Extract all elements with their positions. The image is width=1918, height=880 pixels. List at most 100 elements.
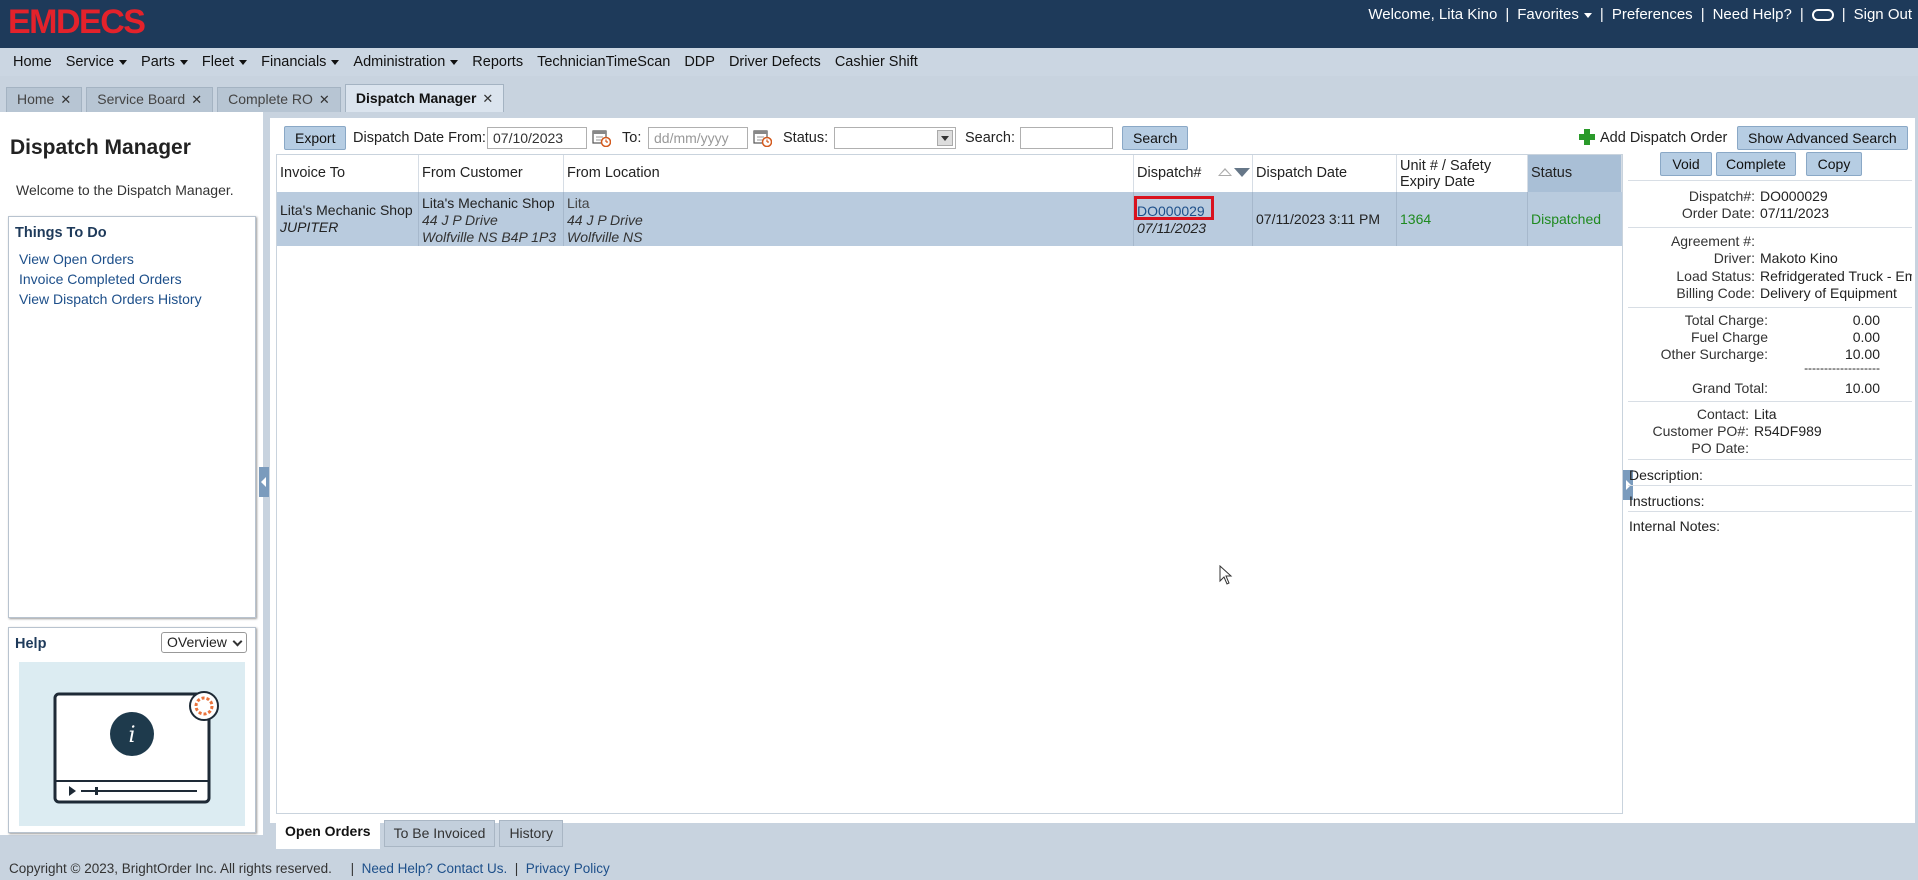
tab-history[interactable]: History — [499, 820, 563, 847]
table-row[interactable]: Lita's Mechanic Shop JUPITER Lita's Mech… — [277, 192, 1622, 246]
customer-po-value: R54DF989 — [1754, 423, 1822, 439]
chat-icon[interactable] — [1811, 8, 1834, 21]
dispatch-number-value[interactable]: DO000029 — [1760, 188, 1828, 204]
menu-label: Parts — [141, 54, 175, 70]
divider — [1628, 307, 1912, 308]
driver-value: Makoto Kino — [1760, 250, 1838, 266]
show-advanced-search-button[interactable]: Show Advanced Search — [1737, 126, 1908, 150]
invoice-completed-orders-link[interactable]: Invoice Completed Orders — [19, 271, 182, 287]
close-icon[interactable]: ✕ — [482, 91, 493, 106]
welcome-text: Welcome, Lita Kino — [1368, 6, 1498, 23]
description-label: Description: — [1629, 467, 1703, 483]
sign-out-link[interactable]: Sign Out — [1854, 6, 1912, 23]
footer: Copyright © 2023, BrightOrder Inc. All r… — [0, 858, 1918, 880]
calendar-icon[interactable] — [592, 128, 611, 147]
menu-label: Financials — [261, 54, 327, 70]
main-content: Export Dispatch Date From: 07/10/2023 To… — [270, 118, 1915, 849]
close-icon[interactable]: ✕ — [191, 92, 202, 107]
menu-ddp[interactable]: DDP — [677, 54, 722, 70]
tab-home[interactable]: Home ✕ — [6, 87, 83, 112]
preferences-link[interactable]: Preferences — [1612, 6, 1693, 23]
favorites-label: Favorites — [1517, 6, 1579, 23]
things-to-do-title: Things To Do — [15, 225, 107, 241]
column-header-status[interactable]: Status — [1528, 155, 1622, 192]
privacy-policy-link[interactable]: Privacy Policy — [526, 861, 610, 876]
chevron-down-icon — [179, 59, 188, 65]
column-header-unit-safety-expiry[interactable]: Unit # / Safety Expiry Date — [1397, 155, 1528, 192]
add-dispatch-order-link[interactable]: Add Dispatch Order — [1600, 130, 1727, 146]
menu-driver-defects[interactable]: Driver Defects — [722, 54, 828, 70]
tab-open-orders[interactable]: Open Orders — [276, 820, 380, 849]
contact-value: Lita — [1754, 406, 1777, 422]
invoice-to-sub: JUPITER — [280, 219, 339, 235]
copy-button[interactable]: Copy — [1806, 152, 1862, 176]
separator: | — [1799, 6, 1804, 23]
view-open-orders-link[interactable]: View Open Orders — [19, 251, 134, 267]
tab-to-be-invoiced[interactable]: To Be Invoiced — [383, 820, 496, 847]
contact-us-link[interactable]: Need Help? Contact Us. — [362, 861, 508, 876]
order-view-tabs: Open Orders To Be Invoiced History — [276, 820, 563, 849]
calendar-icon[interactable] — [753, 128, 772, 147]
menu-fleet[interactable]: Fleet — [195, 54, 254, 70]
menu-technician-time-scan[interactable]: TechnicianTimeScan — [530, 54, 677, 70]
void-button[interactable]: Void — [1660, 152, 1712, 176]
menu-label: Home — [13, 54, 52, 70]
menu-service[interactable]: Service — [59, 54, 134, 70]
menu-cashier-shift[interactable]: Cashier Shift — [828, 54, 925, 70]
sort-ascending-icon[interactable] — [1218, 168, 1232, 176]
sort-descending-icon[interactable] — [1234, 168, 1250, 177]
column-header-label: Dispatch# — [1137, 165, 1202, 181]
collapse-left-panel-handle[interactable] — [259, 467, 269, 497]
menu-reports[interactable]: Reports — [465, 54, 530, 70]
other-surcharge-label: Other Surcharge: — [1660, 346, 1768, 362]
tab-dispatch-manager[interactable]: Dispatch Manager ✕ — [344, 84, 505, 112]
column-header-invoice-to[interactable]: Invoice To — [277, 155, 419, 192]
top-right-nav: Welcome, Lita Kino | Favorites | Prefere… — [1368, 6, 1912, 23]
search-button[interactable]: Search — [1122, 126, 1189, 150]
load-status-label: Load Status: — [1676, 268, 1755, 284]
tab-label: Service Board — [97, 91, 186, 107]
tab-complete-ro[interactable]: Complete RO ✕ — [217, 87, 341, 112]
need-help-link[interactable]: Need Help? — [1713, 6, 1792, 23]
internal-notes-label: Internal Notes: — [1629, 518, 1721, 534]
column-header-dispatch-no[interactable]: Dispatch# — [1134, 155, 1253, 192]
chevron-down-icon[interactable] — [937, 130, 953, 146]
favorites-menu[interactable]: Favorites — [1517, 6, 1592, 23]
close-icon[interactable]: ✕ — [60, 92, 71, 107]
separator: | — [1700, 6, 1705, 23]
help-topic-select[interactable]: OVerview — [161, 632, 247, 653]
plus-icon[interactable] — [1578, 128, 1596, 146]
customer-po-label: Customer PO#: — [1652, 423, 1749, 439]
view-dispatch-history-link[interactable]: View Dispatch Orders History — [19, 291, 202, 307]
menu-label: Service — [65, 54, 115, 70]
search-input[interactable] — [1020, 127, 1113, 149]
divider — [1628, 227, 1912, 228]
cell-invoice-to: Lita's Mechanic Shop JUPITER — [277, 192, 419, 246]
column-header-from-customer[interactable]: From Customer — [419, 155, 564, 192]
complete-button[interactable]: Complete — [1716, 152, 1796, 176]
column-header-dispatch-date[interactable]: Dispatch Date — [1253, 155, 1397, 192]
chevron-down-icon — [450, 59, 459, 65]
copyright-text: Copyright © 2023, BrightOrder Inc. All r… — [9, 861, 332, 876]
footer-separator: | — [514, 861, 519, 876]
emdecs-logo[interactable]: EMDECS — [8, 3, 146, 42]
status-select[interactable] — [834, 127, 956, 149]
left-panel: Dispatch Manager Welcome to the Dispatch… — [0, 112, 263, 835]
export-button[interactable]: Export — [284, 126, 347, 150]
date-from-input[interactable]: 07/10/2023 — [487, 127, 587, 149]
cell-dispatch-date: 07/11/2023 3:11 PM — [1253, 192, 1397, 246]
from-location-address: 44 J P Drive — [567, 212, 643, 228]
instructions-label: Instructions: — [1629, 493, 1705, 509]
date-to-input[interactable]: dd/mm/yyyy — [648, 127, 748, 149]
menu-parts[interactable]: Parts — [134, 54, 195, 70]
page-title: Dispatch Manager — [10, 136, 191, 159]
column-header-from-location[interactable]: From Location — [564, 155, 1134, 192]
menu-administration[interactable]: Administration — [346, 54, 465, 70]
dispatch-sub-date: 07/11/2023 — [1137, 220, 1207, 236]
menu-home[interactable]: Home — [6, 54, 59, 70]
help-video-thumbnail[interactable]: i — [19, 662, 245, 826]
menu-financials[interactable]: Financials — [254, 54, 346, 70]
close-icon[interactable]: ✕ — [319, 92, 330, 107]
tab-service-board[interactable]: Service Board ✕ — [86, 87, 214, 112]
menu-label: Administration — [353, 54, 446, 70]
